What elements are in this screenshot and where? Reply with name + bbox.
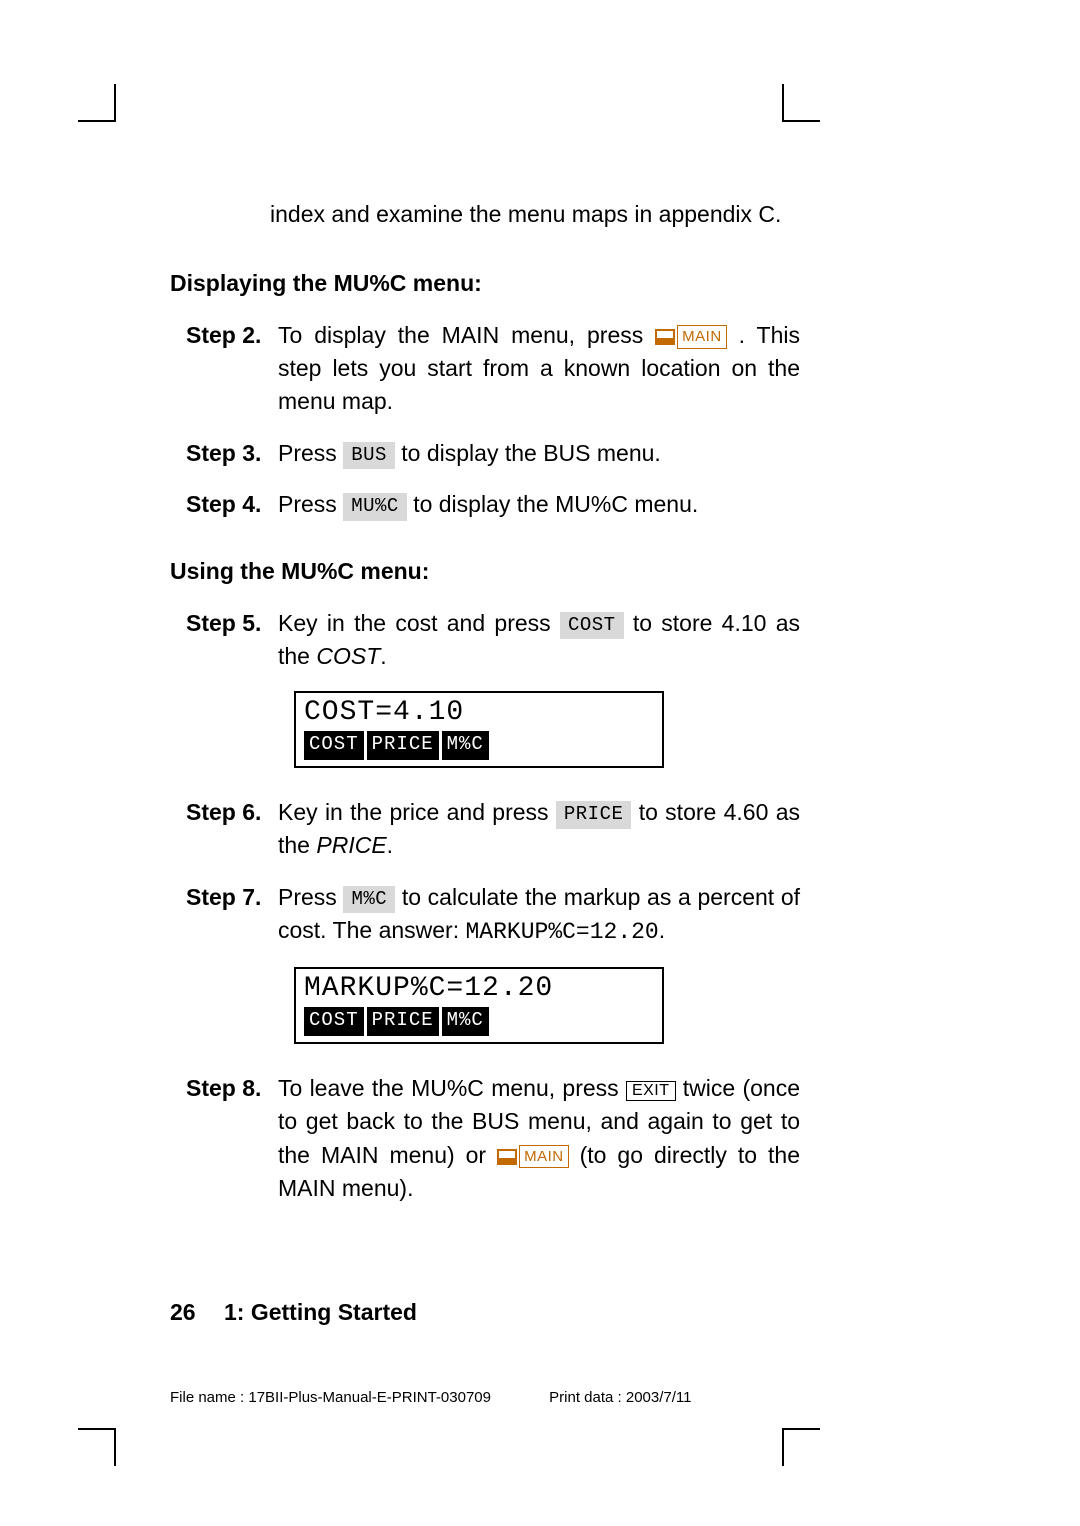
price-key: PRICE <box>556 801 632 829</box>
page-content: index and examine the menu maps in appen… <box>170 198 800 1356</box>
menu-mpc: M%C <box>442 1007 489 1036</box>
print-data-text: Print data : 2003/7/11 <box>549 1389 691 1406</box>
text: Press <box>278 440 343 466</box>
step-body: Press BUS to display the BUS menu. <box>278 437 800 470</box>
text: to display the MU%C menu. <box>413 491 698 517</box>
mono-text: MARKUP%C=12.20 <box>466 919 659 945</box>
step-body: Press M%C to calculate the markup as a p… <box>278 881 800 950</box>
crop-mark-bottom-left <box>78 1428 116 1466</box>
step-label: Step 8. <box>186 1072 278 1105</box>
step-label: Step 7. <box>186 881 278 914</box>
text: Key in the price and press <box>278 799 556 825</box>
text: Press <box>278 884 343 910</box>
file-name-text: File name : 17BII-Plus-Manual-E-PRINT-03… <box>170 1389 491 1406</box>
steps-block-2: Step 5. Key in the cost and press COST t… <box>170 607 800 1206</box>
text: To display the MAIN menu, press <box>278 322 655 348</box>
menu-price: PRICE <box>367 1007 439 1036</box>
italic: PRICE <box>316 832 386 858</box>
footer-chapter: 26 1: Getting Started <box>170 1299 417 1326</box>
shift-icon <box>655 329 675 345</box>
text: . <box>659 917 665 943</box>
crop-mark-top-right <box>782 84 820 122</box>
menu-price: PRICE <box>367 731 439 760</box>
screen-menu: COST PRICE M%C <box>304 1007 654 1036</box>
step-body: Key in the cost and press COST to store … <box>278 607 800 674</box>
step-6: Step 6. Key in the price and press PRICE… <box>186 796 800 863</box>
cost-key: COST <box>560 612 624 640</box>
step-body: To leave the MU%C menu, press EXIT twice… <box>278 1072 800 1205</box>
text: . <box>387 832 393 858</box>
screen-readout: MARKUP%C=12.20 <box>304 975 654 1003</box>
manual-page: index and examine the menu maps in appen… <box>0 0 1080 1526</box>
exit-key: EXIT <box>626 1081 676 1101</box>
calculator-screen-1: COST=4.10 COST PRICE M%C <box>294 691 664 768</box>
text: Press <box>278 491 343 517</box>
step-label: Step 5. <box>186 607 278 640</box>
section-heading-using: Using the MU%C menu: <box>170 555 800 588</box>
menu-mpc: M%C <box>442 731 489 760</box>
menu-cost: COST <box>304 731 364 760</box>
step-body: To display the MAIN menu, press MAIN . T… <box>278 319 800 419</box>
menu-cost: COST <box>304 1007 364 1036</box>
step-label: Step 3. <box>186 437 278 470</box>
crop-mark-bottom-right <box>782 1428 820 1466</box>
step-label: Step 2. <box>186 319 278 352</box>
intro-text: index and examine the menu maps in appen… <box>170 198 800 231</box>
step-8: Step 8. To leave the MU%C menu, press EX… <box>186 1072 800 1205</box>
shift-main-key: MAIN <box>655 325 727 349</box>
step-label: Step 6. <box>186 796 278 829</box>
mpc-key: M%C <box>343 886 395 914</box>
text: to display the BUS menu. <box>401 440 661 466</box>
italic: COST <box>316 643 380 669</box>
screen-menu: COST PRICE M%C <box>304 731 654 760</box>
chapter-title: 1: Getting Started <box>224 1299 417 1325</box>
step-body: Key in the price and press PRICE to stor… <box>278 796 800 863</box>
text: . <box>380 643 386 669</box>
screen-readout: COST=4.10 <box>304 699 654 727</box>
main-key: MAIN <box>519 1145 569 1169</box>
mupc-key: MU%C <box>343 493 407 521</box>
step-5: Step 5. Key in the cost and press COST t… <box>186 607 800 674</box>
crop-mark-top-left <box>78 84 116 122</box>
step-3: Step 3. Press BUS to display the BUS men… <box>186 437 800 470</box>
calculator-screen-2: MARKUP%C=12.20 COST PRICE M%C <box>294 967 664 1044</box>
text: To leave the MU%C menu, press <box>278 1075 626 1101</box>
step-2: Step 2. To display the MAIN menu, press … <box>186 319 800 419</box>
page-number: 26 <box>170 1299 196 1325</box>
step-7: Step 7. Press M%C to calculate the marku… <box>186 881 800 950</box>
shift-main-key: MAIN <box>497 1145 569 1169</box>
footer-fileinfo: File name : 17BII-Plus-Manual-E-PRINT-03… <box>170 1389 745 1406</box>
step-label: Step 4. <box>186 488 278 521</box>
text: Key in the cost and press <box>278 610 560 636</box>
bus-key: BUS <box>343 442 395 470</box>
section-heading-displaying: Displaying the MU%C menu: <box>170 267 800 300</box>
step-4: Step 4. Press MU%C to display the MU%C m… <box>186 488 800 521</box>
steps-block-1: Step 2. To display the MAIN menu, press … <box>170 319 800 522</box>
main-key: MAIN <box>677 325 727 349</box>
step-body: Press MU%C to display the MU%C menu. <box>278 488 800 521</box>
shift-icon <box>497 1149 517 1165</box>
